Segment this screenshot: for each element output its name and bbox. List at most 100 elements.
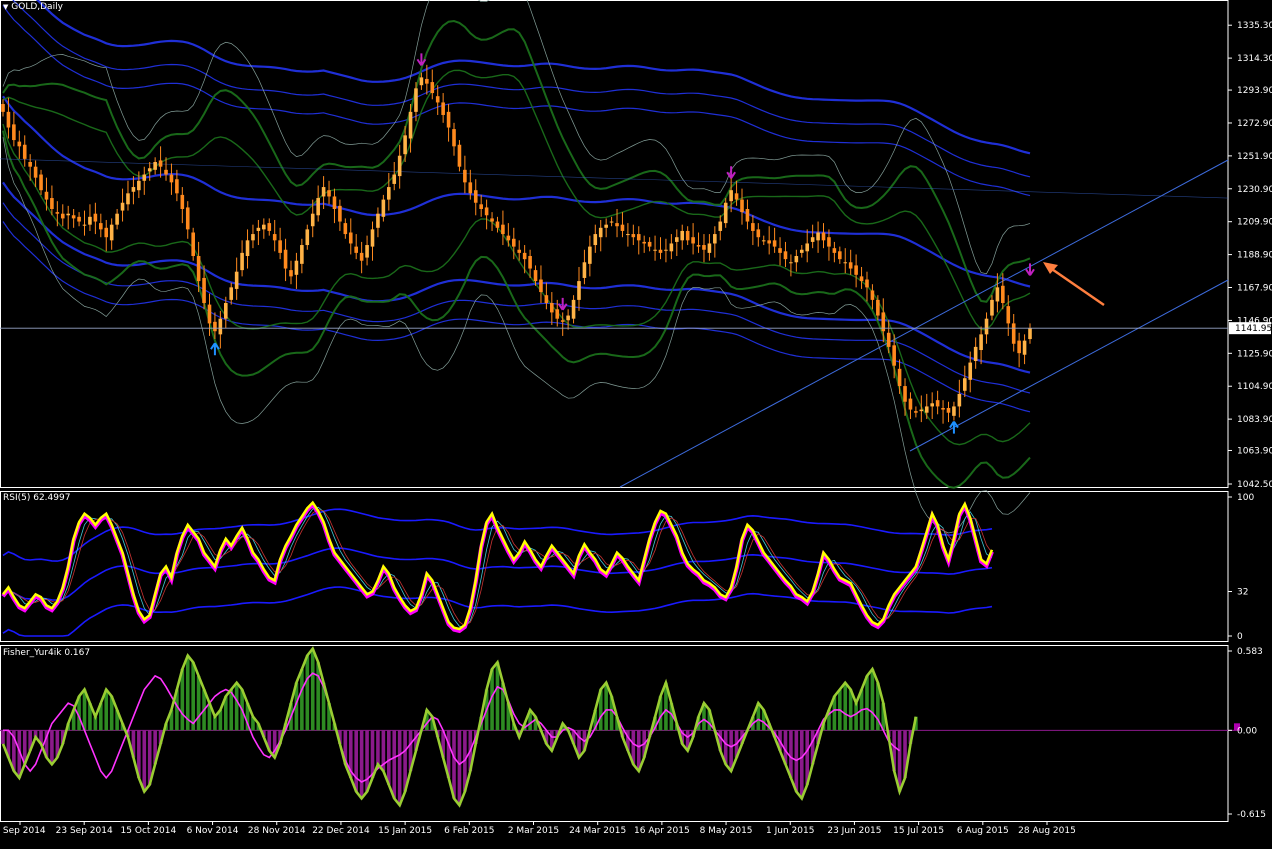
trading-chart-window[interactable]: 1335.30 1314.30 1293.90 1272.90 1251.90 1230.… — [0, 0, 1272, 845]
candle-body — [381, 199, 386, 217]
fisher-tick-label: -0.615 — [1237, 810, 1266, 820]
candle-body — [1028, 328, 1032, 340]
time-tick-label: 28 Aug 2015 — [1018, 826, 1076, 836]
time-tick-label: 23 Jun 2015 — [827, 826, 881, 836]
candle-body — [403, 135, 407, 155]
candle-body — [658, 249, 663, 253]
fisher-hist-bar — [457, 730, 462, 806]
candle-body — [517, 249, 522, 253]
rsi-tick-label: 100 — [1237, 493, 1254, 503]
chart-background — [0, 0, 1272, 845]
chart-canvas[interactable]: 1335.30 1314.30 1293.90 1272.90 1251.90 1230.… — [0, 0, 1272, 845]
candle-body — [919, 409, 924, 412]
candle-body — [930, 403, 934, 407]
candle-body — [327, 190, 331, 197]
candle-body — [685, 230, 690, 241]
candle-body — [990, 299, 994, 316]
fisher-hist-bar — [370, 730, 375, 778]
candle-body — [1017, 340, 1021, 354]
fisher-tick-label: 0.583 — [1237, 647, 1263, 657]
candle-body — [441, 102, 445, 115]
fisher-hist-bar — [789, 730, 793, 778]
candle-body — [278, 240, 282, 253]
candle-body — [213, 321, 217, 332]
candle-body — [506, 235, 511, 241]
candle-body — [941, 408, 945, 410]
candle-body — [147, 168, 152, 172]
time-tick-label: 2 Mar 2015 — [508, 826, 559, 836]
candle-body — [12, 124, 16, 141]
candle-body — [691, 237, 695, 244]
candle-body — [1006, 306, 1011, 324]
candle-body — [1, 104, 5, 112]
candle-body — [256, 227, 261, 231]
fisher-hist-bar — [359, 730, 364, 799]
candle-body — [713, 234, 717, 244]
candle-body — [245, 240, 250, 257]
candle-body — [289, 270, 293, 277]
candle-body — [734, 193, 739, 200]
candle-body — [495, 221, 500, 228]
candle-body — [680, 230, 685, 241]
candle-body — [300, 245, 304, 264]
candle-body — [354, 246, 359, 253]
candle-body — [71, 215, 76, 219]
candle-body — [1022, 340, 1027, 355]
candle-body — [397, 155, 402, 177]
candle-body — [593, 234, 598, 246]
candle-body — [702, 245, 706, 250]
candle-body — [175, 179, 179, 194]
candle-body — [696, 245, 701, 247]
fisher-hist-bar — [495, 662, 500, 731]
candle-body — [914, 411, 918, 413]
triangle-down-icon[interactable]: ▼ — [3, 3, 8, 11]
candle-body — [588, 246, 592, 264]
candle-body — [463, 169, 467, 183]
candle-body — [473, 190, 478, 203]
candle-body — [816, 232, 820, 241]
candle-body — [832, 248, 837, 253]
candle-body — [294, 260, 299, 275]
candle-body — [609, 221, 614, 223]
price-tick-label: 1042.50 — [1237, 480, 1272, 490]
candle-body — [935, 400, 940, 407]
candle-body — [131, 187, 136, 192]
candle-body — [343, 223, 348, 235]
price-tick-label: 1125.90 — [1237, 349, 1272, 359]
candle-body — [903, 386, 907, 402]
candle-body — [137, 180, 141, 191]
candle-body — [653, 249, 657, 251]
fisher-hist-bar — [300, 669, 304, 731]
candle-body — [501, 224, 505, 235]
time-tick-label: 1 Sep 2014 — [0, 826, 46, 836]
time-tick-label: 28 Nov 2014 — [248, 826, 306, 836]
candle-body — [886, 332, 891, 347]
fisher-hist-bar — [865, 675, 869, 731]
candle-body — [305, 229, 310, 246]
price-tick-label: 1104.90 — [1237, 382, 1272, 392]
candle-body — [479, 204, 483, 210]
candle-body — [207, 304, 212, 324]
candle-body — [332, 196, 337, 210]
candle-body — [142, 174, 147, 181]
price-tick-label: 1083.90 — [1237, 415, 1272, 425]
candle-body — [778, 248, 782, 253]
candle-body — [962, 378, 967, 391]
candle-body — [88, 216, 92, 225]
symbol-title[interactable]: ▼ GOLD,Daily — [3, 2, 63, 12]
candle-body — [674, 237, 679, 242]
candle-body — [272, 234, 277, 241]
candle-body — [848, 262, 853, 269]
candle-body — [39, 174, 43, 191]
candle-body — [669, 243, 674, 252]
candle-body — [571, 299, 576, 319]
candle-body — [115, 213, 119, 225]
fisher-hist-bar — [365, 730, 369, 792]
rsi-title: RSI(5) 62.4997 — [3, 493, 70, 503]
candle-body — [642, 241, 646, 244]
fisher-hist-bar — [50, 730, 54, 765]
price-tick-label: 1188.90 — [1237, 251, 1272, 261]
candle-body — [799, 249, 804, 253]
candle-body — [968, 362, 973, 380]
candle-body — [262, 224, 266, 230]
